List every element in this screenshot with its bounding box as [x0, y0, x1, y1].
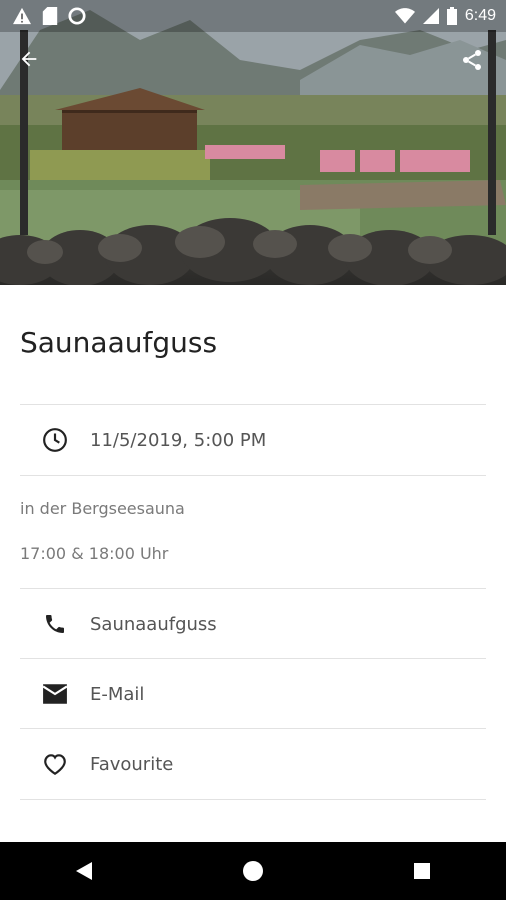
hero-image [0, 0, 506, 285]
home-circle-icon [242, 861, 263, 881]
signal-icon [422, 8, 439, 24]
event-title: Saunaaufguss [20, 326, 218, 359]
share-icon [463, 50, 481, 70]
favourite-row[interactable]: Favourite [20, 729, 486, 799]
favourite-label: Favourite [90, 753, 174, 775]
divider [20, 475, 486, 476]
wifi-icon [394, 8, 415, 24]
email-label: E-Mail [90, 683, 145, 705]
back-triangle-icon [76, 862, 93, 880]
hero-scene [0, 0, 506, 285]
divider [20, 799, 486, 800]
navigation-bar [0, 842, 506, 900]
circle-icon [68, 7, 86, 25]
event-location: in der Bergseesauna [20, 499, 185, 518]
back-arrow-icon [21, 51, 37, 67]
nav-recents-button[interactable] [392, 842, 452, 900]
event-datetime: 11/5/2019, 5:00 PM [90, 429, 267, 451]
share-button[interactable] [460, 48, 492, 80]
recents-square-icon [413, 863, 430, 879]
heart-icon [44, 754, 66, 776]
warning-icon [13, 7, 31, 25]
back-button[interactable] [18, 48, 50, 80]
phone-icon [46, 615, 64, 633]
status-time: 6:49 [464, 7, 496, 24]
email-icon [42, 684, 68, 704]
phone-label: Saunaaufguss [90, 613, 217, 635]
clock-icon [43, 428, 67, 452]
event-times: 17:00 & 18:00 Uhr [20, 544, 169, 563]
battery-icon [446, 7, 457, 25]
email-row[interactable]: E-Mail [20, 659, 486, 729]
sd-card-icon [42, 7, 58, 25]
nav-back-button[interactable] [54, 842, 114, 900]
datetime-row: 11/5/2019, 5:00 PM [20, 405, 486, 475]
phone-row[interactable]: Saunaaufguss [20, 589, 486, 659]
nav-home-button[interactable] [223, 842, 283, 900]
status-bar: 6:49 [0, 0, 506, 32]
